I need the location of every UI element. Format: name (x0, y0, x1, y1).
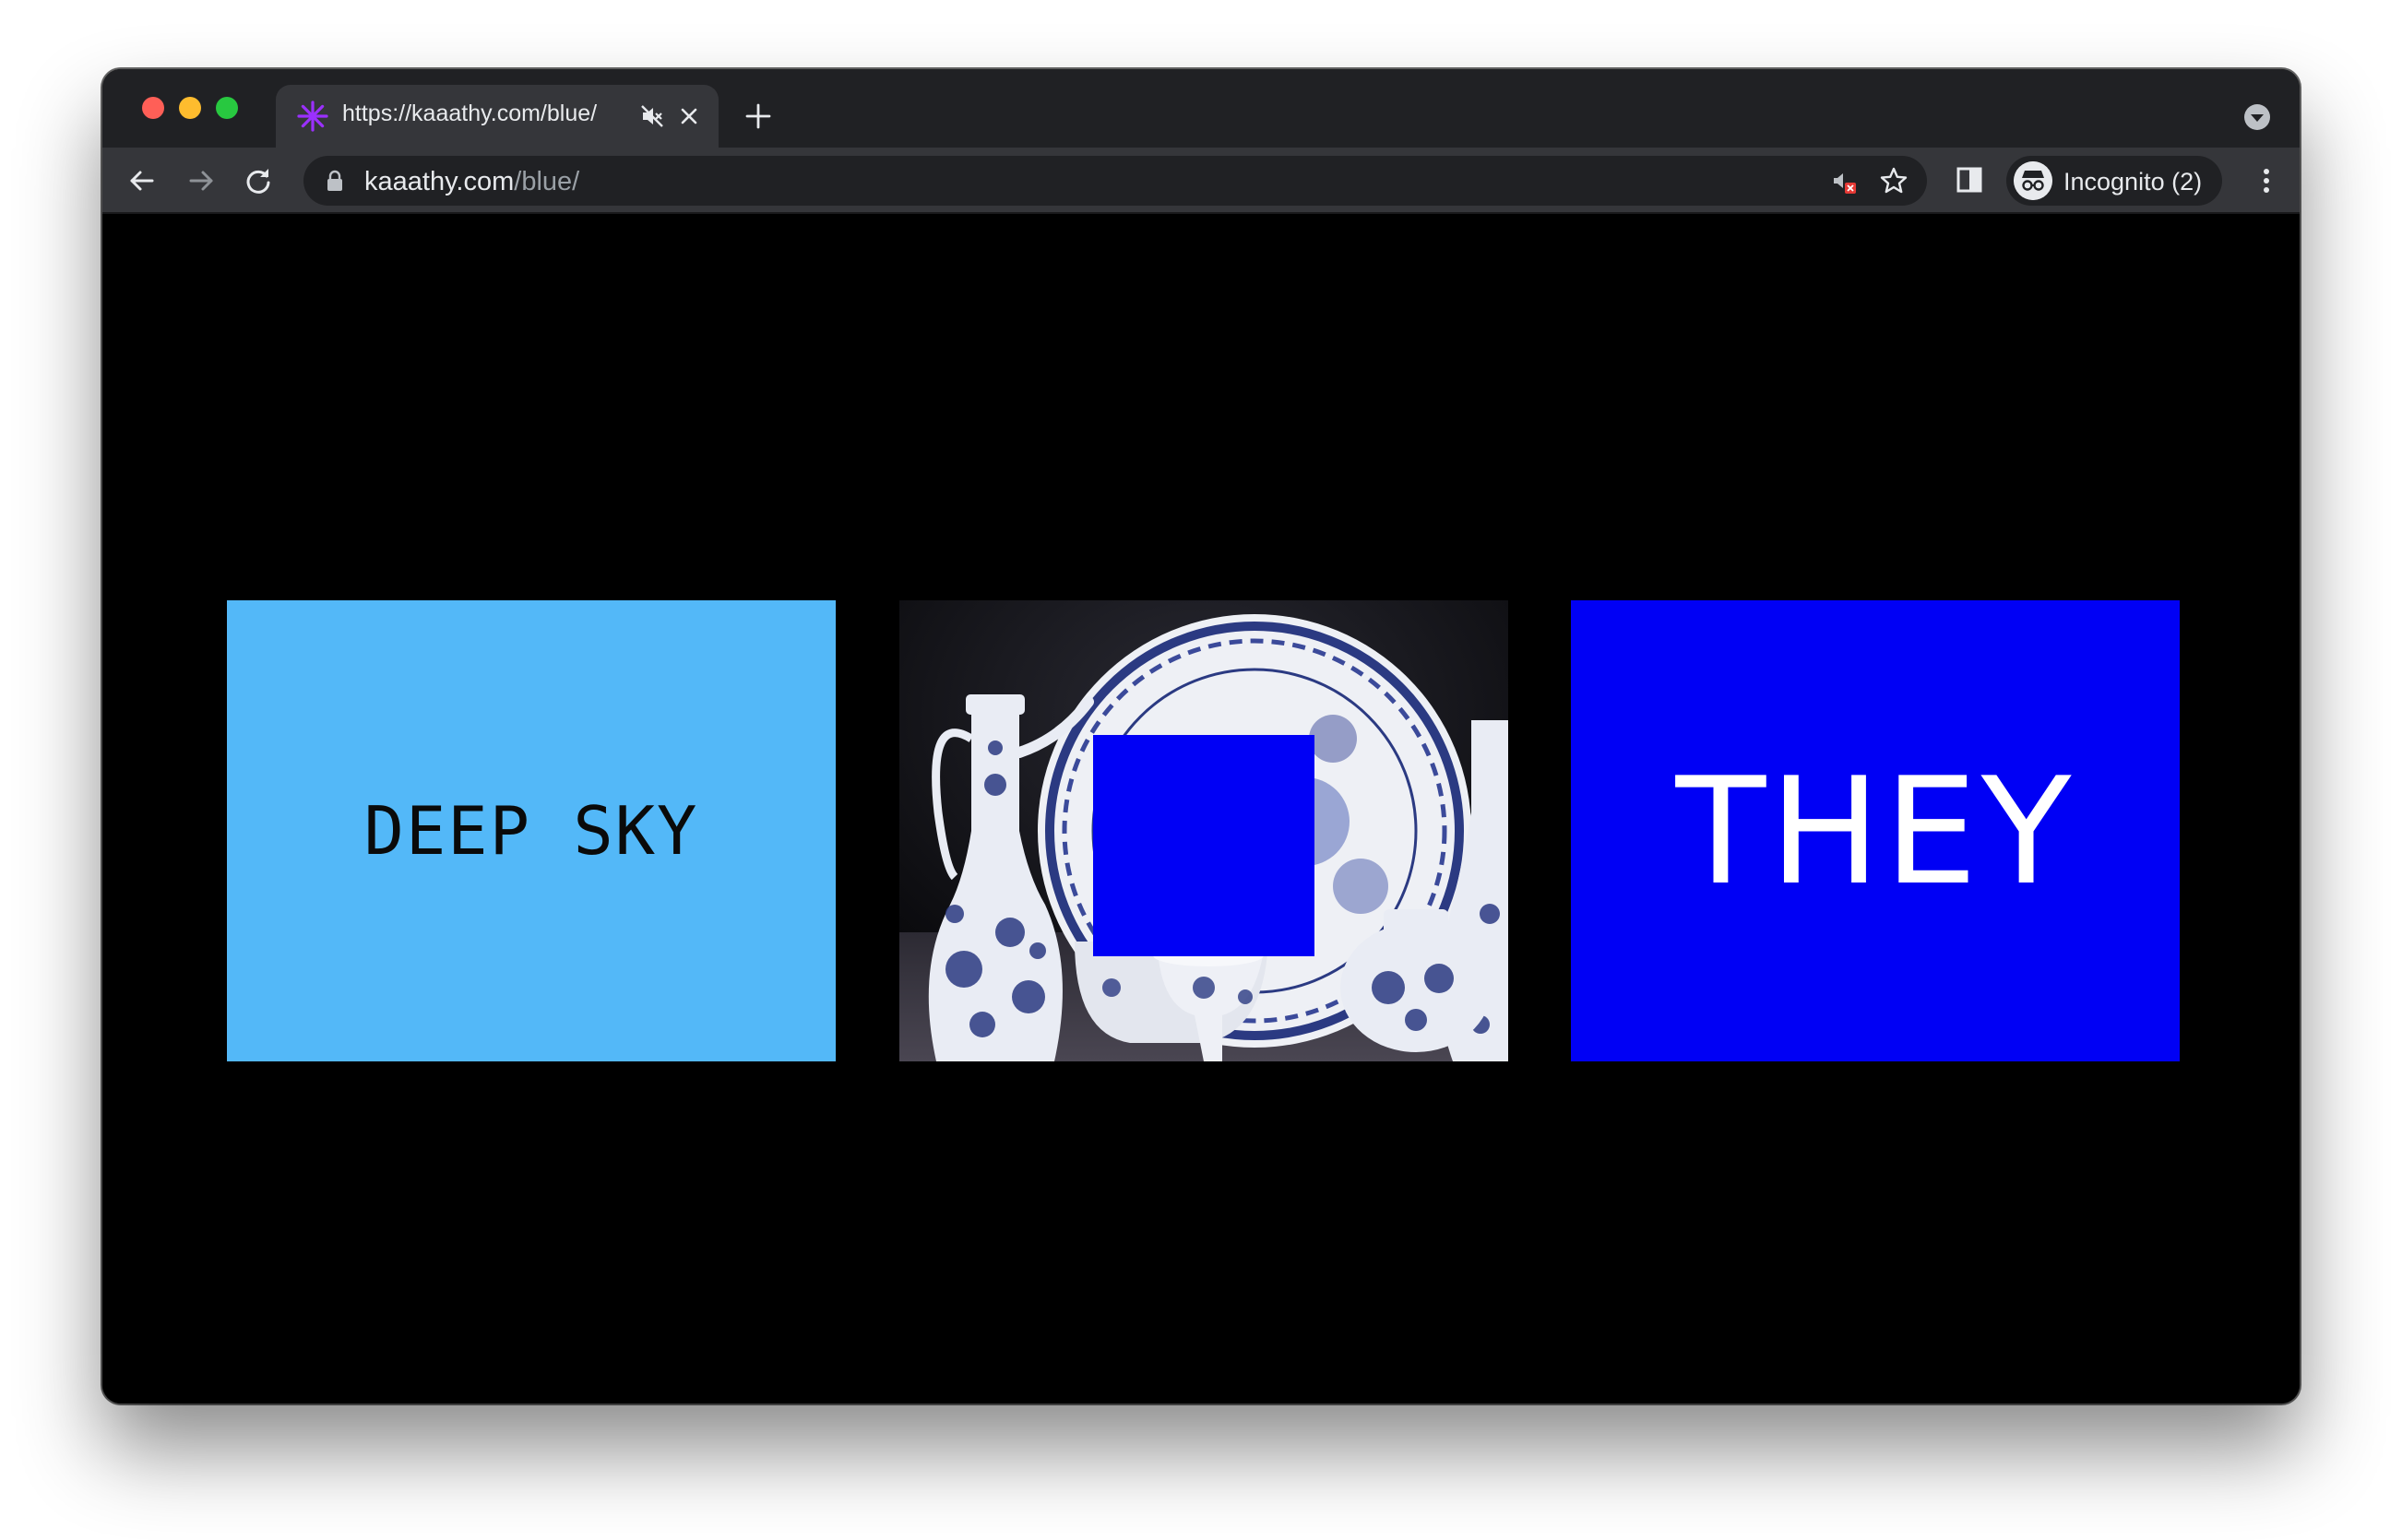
url-host: kaaathy.com (364, 167, 515, 196)
tab-strip: https://kaaathy.com/blue/ (102, 69, 2300, 148)
incognito-label: Incognito (2) (2063, 168, 2203, 195)
page-content: DEEP SKY THEY (102, 216, 2300, 1404)
incognito-icon (2014, 161, 2052, 200)
site-muted-icon[interactable] (1831, 169, 1857, 195)
lock-icon[interactable] (326, 170, 344, 192)
browser-window: https://kaaathy.com/blue/ kaaathy.com/bl… (102, 69, 2300, 1404)
asterisk-icon (297, 101, 328, 132)
window-maximize-button[interactable] (216, 97, 238, 119)
porcelain-photo (899, 600, 1508, 1061)
deep-sky-text: DEEP SKY (363, 792, 699, 870)
address-bar[interactable]: kaaathy.com/blue/ (303, 156, 1927, 206)
bookmark-star-icon[interactable] (1879, 166, 1909, 195)
blue-square-overlay (1093, 735, 1314, 956)
reload-icon[interactable] (243, 165, 274, 196)
they-text: THEY (1675, 744, 2075, 918)
toolbar: kaaathy.com/blue/ Incognito (2) (102, 148, 2300, 214)
new-tab-icon[interactable] (743, 101, 774, 132)
active-tab[interactable]: https://kaaathy.com/blue/ (276, 85, 719, 148)
side-panel-icon[interactable] (1955, 165, 1984, 195)
url-text: kaaathy.com/blue/ (364, 167, 579, 197)
window-minimize-button[interactable] (179, 97, 201, 119)
back-arrow-icon[interactable] (126, 165, 158, 196)
muted-speaker-icon[interactable] (639, 103, 665, 129)
they-panel: THEY (1571, 600, 2180, 1061)
incognito-profile-button[interactable]: Incognito (2) (2006, 156, 2222, 206)
tab-close-icon[interactable] (676, 103, 702, 129)
forward-arrow-icon[interactable] (185, 165, 217, 196)
deep-sky-panel: DEEP SKY (227, 600, 836, 1061)
kebab-menu-icon[interactable] (2250, 164, 2283, 197)
url-path: /blue/ (514, 167, 580, 196)
window-close-button[interactable] (142, 97, 164, 119)
tab-search-icon[interactable] (2242, 102, 2272, 132)
tab-title: https://kaaathy.com/blue/ (342, 101, 598, 126)
